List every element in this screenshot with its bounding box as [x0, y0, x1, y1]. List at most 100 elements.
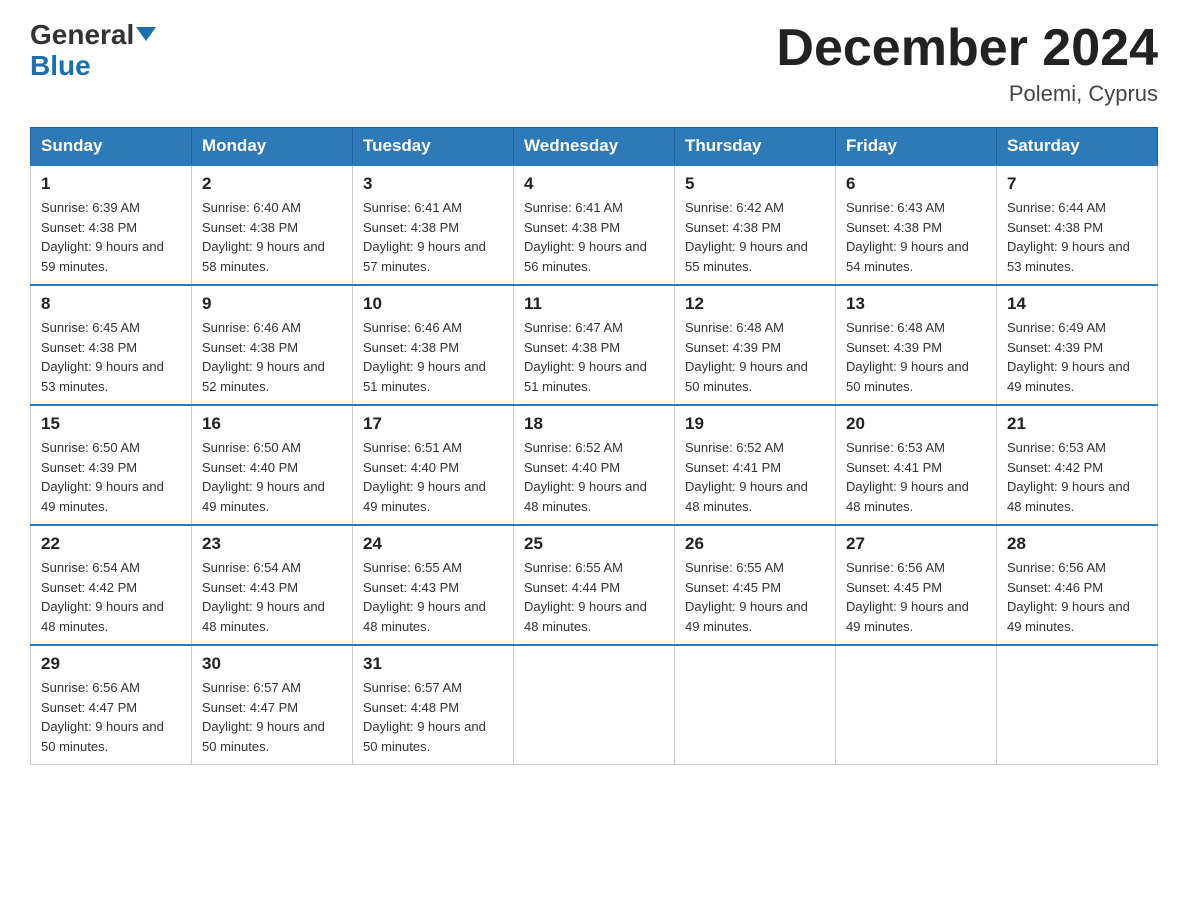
calendar-cell — [514, 645, 675, 765]
day-info: Sunrise: 6:39 AMSunset: 4:38 PMDaylight:… — [41, 198, 181, 276]
calendar-cell: 30 Sunrise: 6:57 AMSunset: 4:47 PMDayligh… — [192, 645, 353, 765]
week-row-4: 22 Sunrise: 6:54 AMSunset: 4:42 PMDayligh… — [31, 525, 1158, 645]
day-info: Sunrise: 6:47 AMSunset: 4:38 PMDaylight:… — [524, 318, 664, 396]
day-info: Sunrise: 6:41 AMSunset: 4:38 PMDaylight:… — [363, 198, 503, 276]
page-header: General Blue December 2024 Polemi, Cypru… — [30, 20, 1158, 107]
day-info: Sunrise: 6:53 AMSunset: 4:42 PMDaylight:… — [1007, 438, 1147, 516]
logo: General Blue — [30, 20, 156, 82]
day-number: 5 — [685, 174, 825, 194]
day-info: Sunrise: 6:52 AMSunset: 4:40 PMDaylight:… — [524, 438, 664, 516]
day-number: 14 — [1007, 294, 1147, 314]
day-number: 10 — [363, 294, 503, 314]
calendar-cell — [836, 645, 997, 765]
calendar-cell: 21 Sunrise: 6:53 AMSunset: 4:42 PMDayligh… — [997, 405, 1158, 525]
week-row-1: 1 Sunrise: 6:39 AMSunset: 4:38 PMDaylight… — [31, 165, 1158, 285]
header-saturday: Saturday — [997, 128, 1158, 166]
day-number: 28 — [1007, 534, 1147, 554]
calendar-cell — [997, 645, 1158, 765]
day-number: 17 — [363, 414, 503, 434]
week-row-5: 29Sunrise: 6:56 AMSunset: 4:47 PMDayligh… — [31, 645, 1158, 765]
day-number: 19 — [685, 414, 825, 434]
logo-blue: Blue — [30, 50, 91, 81]
calendar-cell: 13 Sunrise: 6:48 AMSunset: 4:39 PMDayligh… — [836, 285, 997, 405]
day-info: Sunrise: 6:52 AMSunset: 4:41 PMDaylight:… — [685, 438, 825, 516]
calendar-header-row: Sunday Monday Tuesday Wednesday Thursday… — [31, 128, 1158, 166]
day-number: 2 — [202, 174, 342, 194]
calendar-cell: 16Sunrise: 6:50 AMSunset: 4:40 PMDayligh… — [192, 405, 353, 525]
day-number: 26 — [685, 534, 825, 554]
calendar-cell: 20Sunrise: 6:53 AMSunset: 4:41 PMDayligh… — [836, 405, 997, 525]
day-number: 20 — [846, 414, 986, 434]
day-number: 30 — [202, 654, 342, 674]
day-number: 7 — [1007, 174, 1147, 194]
calendar-cell: 14 Sunrise: 6:49 AMSunset: 4:39 PMDayligh… — [997, 285, 1158, 405]
header-thursday: Thursday — [675, 128, 836, 166]
calendar-cell: 24 Sunrise: 6:55 AMSunset: 4:43 PMDayligh… — [353, 525, 514, 645]
calendar-cell: 22 Sunrise: 6:54 AMSunset: 4:42 PMDayligh… — [31, 525, 192, 645]
day-info: Sunrise: 6:56 AMSunset: 4:45 PMDaylight:… — [846, 558, 986, 636]
day-number: 25 — [524, 534, 664, 554]
calendar-cell: 29Sunrise: 6:56 AMSunset: 4:47 PMDayligh… — [31, 645, 192, 765]
day-info: Sunrise: 6:48 AMSunset: 4:39 PMDaylight:… — [685, 318, 825, 396]
day-info: Sunrise: 6:57 AMSunset: 4:48 PMDaylight:… — [363, 678, 503, 756]
calendar-cell: 12 Sunrise: 6:48 AMSunset: 4:39 PMDayligh… — [675, 285, 836, 405]
calendar-cell: 11Sunrise: 6:47 AMSunset: 4:38 PMDayligh… — [514, 285, 675, 405]
day-info: Sunrise: 6:49 AMSunset: 4:39 PMDaylight:… — [1007, 318, 1147, 396]
day-info: Sunrise: 6:55 AMSunset: 4:45 PMDaylight:… — [685, 558, 825, 636]
day-number: 23 — [202, 534, 342, 554]
calendar-cell: 28Sunrise: 6:56 AMSunset: 4:46 PMDayligh… — [997, 525, 1158, 645]
day-info: Sunrise: 6:41 AMSunset: 4:38 PMDaylight:… — [524, 198, 664, 276]
day-number: 18 — [524, 414, 664, 434]
day-number: 22 — [41, 534, 181, 554]
header-tuesday: Tuesday — [353, 128, 514, 166]
day-info: Sunrise: 6:50 AMSunset: 4:40 PMDaylight:… — [202, 438, 342, 516]
calendar-cell: 3Sunrise: 6:41 AMSunset: 4:38 PMDaylight… — [353, 165, 514, 285]
day-info: Sunrise: 6:51 AMSunset: 4:40 PMDaylight:… — [363, 438, 503, 516]
calendar-cell: 17 Sunrise: 6:51 AMSunset: 4:40 PMDayligh… — [353, 405, 514, 525]
calendar-table: Sunday Monday Tuesday Wednesday Thursday… — [30, 127, 1158, 765]
week-row-2: 8 Sunrise: 6:45 AMSunset: 4:38 PMDaylight… — [31, 285, 1158, 405]
day-info: Sunrise: 6:46 AMSunset: 4:38 PMDaylight:… — [363, 318, 503, 396]
calendar-cell: 23Sunrise: 6:54 AMSunset: 4:43 PMDayligh… — [192, 525, 353, 645]
calendar-cell: 15Sunrise: 6:50 AMSunset: 4:39 PMDayligh… — [31, 405, 192, 525]
day-info: Sunrise: 6:46 AMSunset: 4:38 PMDaylight:… — [202, 318, 342, 396]
calendar-cell: 4Sunrise: 6:41 AMSunset: 4:38 PMDaylight… — [514, 165, 675, 285]
header-monday: Monday — [192, 128, 353, 166]
day-info: Sunrise: 6:50 AMSunset: 4:39 PMDaylight:… — [41, 438, 181, 516]
day-number: 21 — [1007, 414, 1147, 434]
logo-triangle-icon — [136, 27, 156, 41]
calendar-cell: 26 Sunrise: 6:55 AMSunset: 4:45 PMDayligh… — [675, 525, 836, 645]
day-info: Sunrise: 6:55 AMSunset: 4:43 PMDaylight:… — [363, 558, 503, 636]
calendar-cell: 7 Sunrise: 6:44 AMSunset: 4:38 PMDaylight… — [997, 165, 1158, 285]
logo-general: General — [30, 19, 134, 50]
calendar-cell: 25Sunrise: 6:55 AMSunset: 4:44 PMDayligh… — [514, 525, 675, 645]
day-number: 29 — [41, 654, 181, 674]
month-title: December 2024 — [776, 20, 1158, 77]
calendar-cell — [675, 645, 836, 765]
calendar-cell: 2 Sunrise: 6:40 AMSunset: 4:38 PMDaylight… — [192, 165, 353, 285]
day-number: 9 — [202, 294, 342, 314]
header-wednesday: Wednesday — [514, 128, 675, 166]
day-number: 13 — [846, 294, 986, 314]
day-number: 12 — [685, 294, 825, 314]
day-info: Sunrise: 6:45 AMSunset: 4:38 PMDaylight:… — [41, 318, 181, 396]
day-info: Sunrise: 6:57 AMSunset: 4:47 PMDaylight:… — [202, 678, 342, 756]
calendar-cell: 8 Sunrise: 6:45 AMSunset: 4:38 PMDaylight… — [31, 285, 192, 405]
day-number: 1 — [41, 174, 181, 194]
calendar-cell: 1 Sunrise: 6:39 AMSunset: 4:38 PMDaylight… — [31, 165, 192, 285]
day-info: Sunrise: 6:43 AMSunset: 4:38 PMDaylight:… — [846, 198, 986, 276]
calendar-cell: 10 Sunrise: 6:46 AMSunset: 4:38 PMDayligh… — [353, 285, 514, 405]
header-sunday: Sunday — [31, 128, 192, 166]
day-info: Sunrise: 6:54 AMSunset: 4:42 PMDaylight:… — [41, 558, 181, 636]
day-number: 24 — [363, 534, 503, 554]
calendar-cell: 27Sunrise: 6:56 AMSunset: 4:45 PMDayligh… — [836, 525, 997, 645]
day-number: 8 — [41, 294, 181, 314]
day-number: 31 — [363, 654, 503, 674]
day-info: Sunrise: 6:48 AMSunset: 4:39 PMDaylight:… — [846, 318, 986, 396]
day-info: Sunrise: 6:42 AMSunset: 4:38 PMDaylight:… — [685, 198, 825, 276]
day-number: 6 — [846, 174, 986, 194]
day-info: Sunrise: 6:40 AMSunset: 4:38 PMDaylight:… — [202, 198, 342, 276]
calendar-cell: 19 Sunrise: 6:52 AMSunset: 4:41 PMDayligh… — [675, 405, 836, 525]
header-friday: Friday — [836, 128, 997, 166]
day-info: Sunrise: 6:44 AMSunset: 4:38 PMDaylight:… — [1007, 198, 1147, 276]
